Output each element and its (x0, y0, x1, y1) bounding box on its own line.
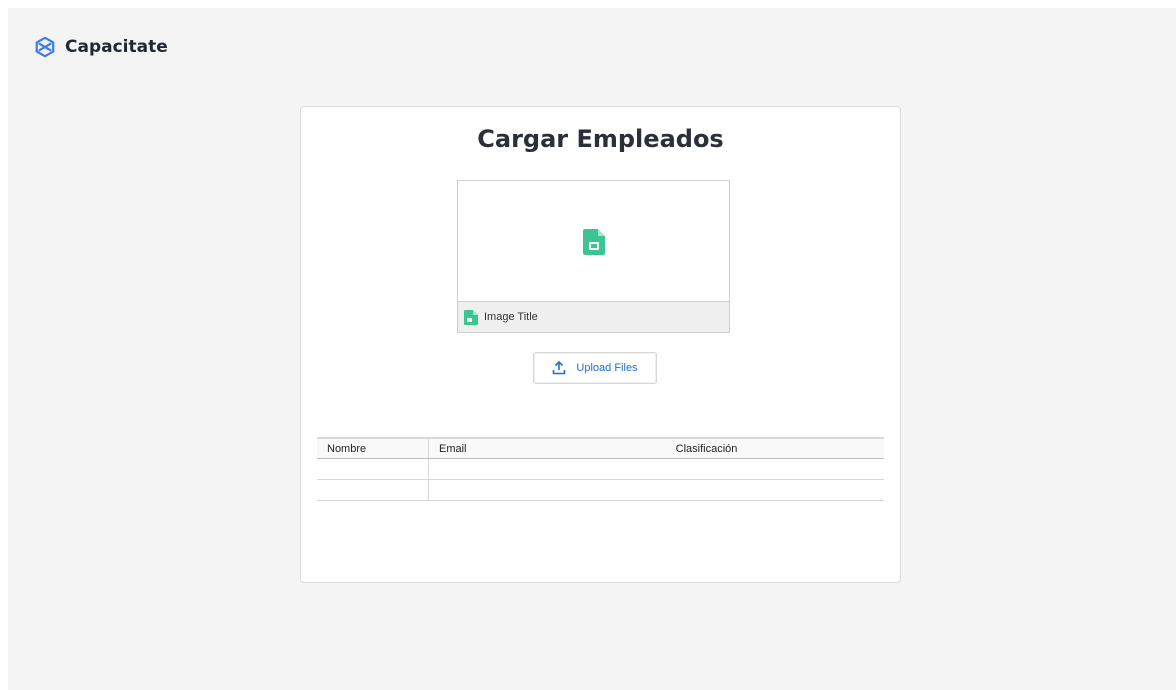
table-cell (599, 459, 884, 479)
table-row[interactable] (317, 459, 884, 480)
file-title: Image Title (484, 311, 538, 323)
cube-icon (35, 36, 55, 58)
employees-table: Nombre Email Clasificación (317, 437, 884, 501)
column-header-email[interactable]: Email (429, 439, 599, 458)
table-cell (429, 459, 599, 479)
image-file-small-icon (464, 309, 478, 325)
file-preview[interactable]: Image Title (457, 180, 730, 333)
table-row[interactable] (317, 480, 884, 501)
page-title: Cargar Empleados (477, 125, 724, 153)
app-background: Capacitate Cargar Empleados Image Title (8, 8, 1176, 690)
brand-name: Capacitate (65, 37, 168, 57)
table-header-row: Nombre Email Clasificación (317, 439, 884, 459)
upload-files-label: Upload Files (576, 362, 638, 374)
file-preview-area (458, 181, 729, 303)
table-cell (599, 480, 884, 500)
table-cell (317, 480, 429, 500)
column-header-clasificacion[interactable]: Clasificación (599, 439, 884, 458)
upload-icon (553, 361, 566, 375)
table-cell (317, 459, 429, 479)
image-file-icon (582, 229, 605, 255)
table-cell (429, 480, 599, 500)
brand-header[interactable]: Capacitate (34, 35, 168, 59)
column-header-nombre[interactable]: Nombre (317, 439, 429, 458)
upload-files-button[interactable]: Upload Files (533, 352, 657, 384)
upload-card: Cargar Empleados Image Title Upload File… (300, 106, 901, 583)
file-preview-footer: Image Title (458, 301, 729, 332)
